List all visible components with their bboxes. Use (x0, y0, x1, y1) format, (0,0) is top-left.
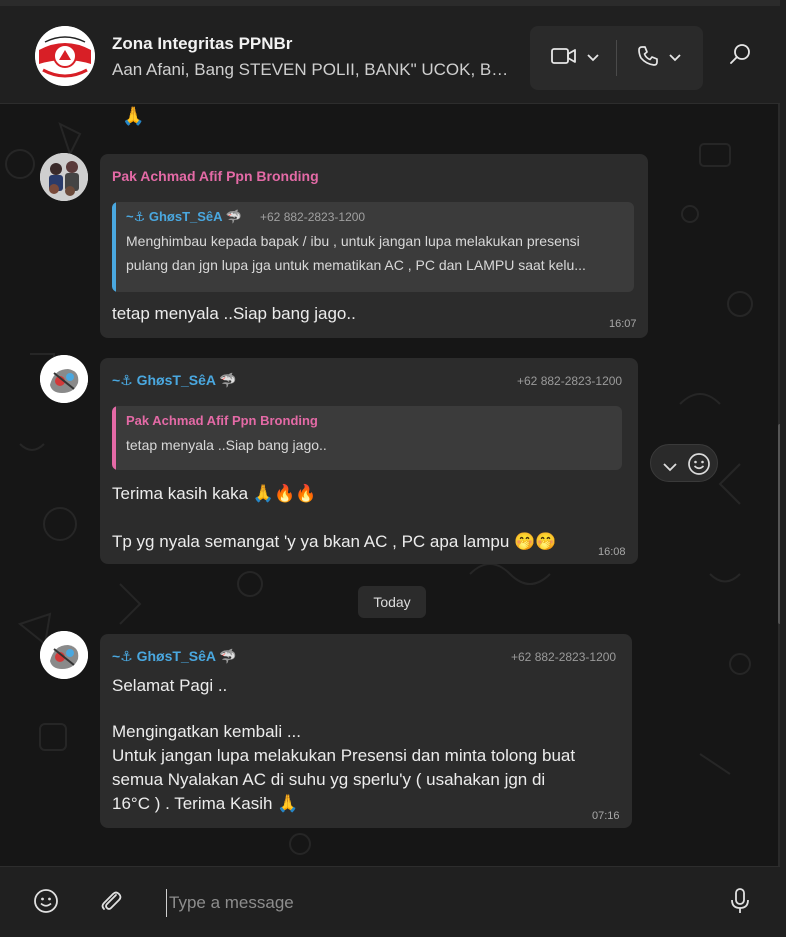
message-text: Mengingatkan kembali ... (112, 722, 301, 741)
voice-call-button[interactable] (628, 40, 690, 76)
quote-phone: +62 882-2823-1200 (260, 210, 366, 224)
message-input[interactable]: Type a message (166, 889, 706, 917)
quoted-message[interactable]: Pak Achmad Afif Ppn Bronding tetap menya… (112, 406, 622, 470)
sender-name[interactable]: ~⚓ GhøsT_SêA 🦈 (112, 648, 237, 665)
whatsapp-window: Zona Integritas PPNBr Aan Afani, Bang ST… (0, 0, 786, 937)
quoted-message[interactable]: ~⚓ GhøsT_SêA 🦈 +62 882-2823-1200 Menghim… (112, 202, 634, 292)
quote-text-line: tetap menyala ..Siap bang jago.. (126, 437, 327, 453)
message-text: Untuk jangan lupa melakukan Presensi dan… (112, 746, 576, 765)
message-text: Selamat Pagi .. (112, 676, 228, 695)
message-hover-tools (650, 444, 718, 482)
call-divider (616, 40, 617, 76)
window-right-edge (780, 0, 786, 937)
sender-name[interactable]: ~⚓ GhøsT_SêA 🦈 (112, 372, 237, 389)
avatar[interactable] (40, 153, 88, 201)
message-text: semua Nyalakan AC di suhu yg sperlu'y ( … (112, 770, 546, 789)
quote-bar (112, 202, 116, 292)
group-avatar[interactable] (35, 26, 95, 86)
sender-name[interactable]: Pak Achmad Afif Ppn Bronding (112, 168, 319, 184)
message-composer: Type a message (0, 866, 780, 937)
video-call-button[interactable] (544, 40, 606, 76)
message-bubble[interactable]: ~⚓ GhøsT_SêA 🦈 +62 882-2823-1200 Pak Ach… (100, 358, 638, 564)
avatar[interactable] (40, 355, 88, 403)
chat-header: Zona Integritas PPNBr Aan Afani, Bang ST… (0, 6, 780, 104)
video-camera-icon (551, 46, 577, 71)
microphone-icon (730, 887, 750, 919)
message-text: Tp yg nyala semangat 'y ya bkan AC , PC … (112, 532, 557, 551)
message-bubble[interactable]: Pak Achmad Afif Ppn Bronding ~⚓ GhøsT_Sê… (100, 154, 648, 338)
avatar[interactable] (40, 631, 88, 679)
sender-phone: +62 882-2823-1200 (511, 650, 617, 664)
message-text: 16°C ) . Terima Kasih 🙏 (112, 794, 299, 813)
quote-bar (112, 406, 116, 470)
message-text: Terima kasih kaka 🙏🔥🔥 (112, 484, 317, 503)
attach-button[interactable] (95, 887, 127, 919)
message-list[interactable]: 🙏 Pak Achmad Afif Ppn Bronding ~⚓ GhøsT_… (0, 104, 780, 866)
top-emoji: 🙏 (122, 106, 145, 126)
paperclip-icon (99, 889, 123, 918)
quote-sender: ~⚓ GhøsT_SêA 🦈 (126, 209, 242, 224)
search-button[interactable] (724, 40, 756, 72)
message-bubble[interactable]: ~⚓ GhøsT_SêA 🦈 +62 882-2823-1200 Selamat… (100, 634, 632, 828)
message-text: tetap menyala ..Siap bang jago.. (112, 304, 356, 323)
emoji-icon (33, 888, 59, 919)
quote-sender: Pak Achmad Afif Ppn Bronding (126, 413, 318, 428)
chevron-down-icon (587, 49, 599, 67)
chevron-down-icon (669, 49, 681, 67)
call-button-group (530, 26, 703, 90)
emoji-button[interactable] (30, 887, 62, 919)
phone-icon (637, 45, 659, 72)
chevron-down-icon[interactable] (663, 459, 677, 477)
search-icon (729, 43, 751, 70)
sender-phone: +62 882-2823-1200 (517, 374, 623, 388)
emoji-react-icon[interactable] (687, 452, 711, 481)
message-time: 16:08 (598, 546, 626, 558)
voice-message-button[interactable] (724, 887, 756, 919)
message-time: 16:07 (609, 318, 637, 330)
group-title[interactable]: Zona Integritas PPNBr (112, 34, 292, 54)
group-members[interactable]: Aan Afani, Bang STEVEN POLII, BANK" UCOK… (112, 60, 512, 80)
quote-text-line: Menghimbau kepada bapak / ibu , untuk ja… (126, 233, 580, 249)
date-separator: Today (358, 586, 426, 618)
quote-text-line: pulang dan jgn lupa jga untuk mematikan … (126, 257, 586, 273)
message-time: 07:16 (592, 810, 620, 822)
